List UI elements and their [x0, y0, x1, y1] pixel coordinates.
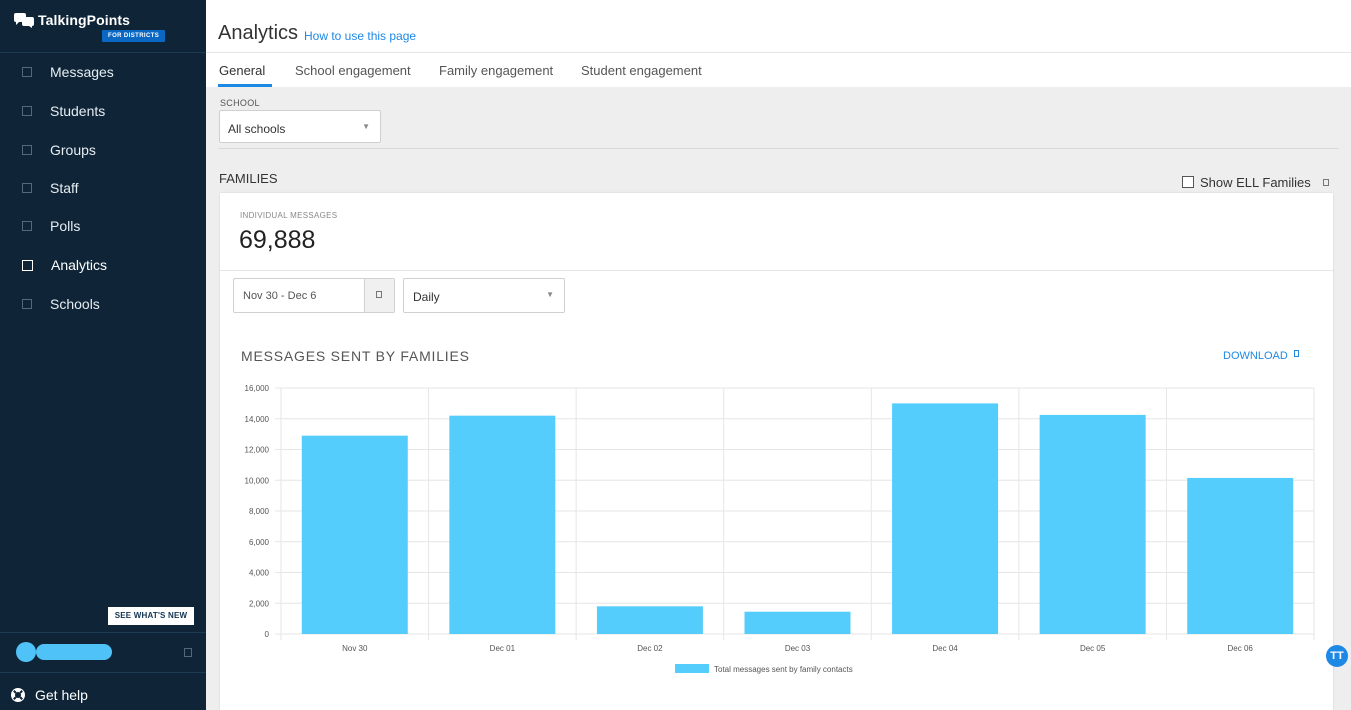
calendar-button[interactable]	[364, 279, 394, 312]
sidebar-item-students[interactable]: Students	[0, 92, 206, 130]
x-tick-label: Dec 05	[1080, 644, 1106, 653]
groups-icon	[22, 145, 32, 155]
y-tick-label: 4,000	[249, 569, 270, 578]
messages-bar-chart: 0 2,000 4,000 6,000 8,000 10,000 12,000 14,000 1…	[245, 384, 1315, 674]
avatar	[16, 642, 36, 662]
y-tick-label: 0	[265, 630, 270, 639]
school-label: SCHOOL	[220, 98, 260, 108]
divider	[0, 632, 206, 633]
talkingpoints-logo-icon	[14, 13, 34, 28]
x-tick-label: Dec 04	[932, 644, 958, 653]
sidebar-item-label: Staff	[50, 180, 79, 196]
y-tick-label: 8,000	[249, 507, 270, 516]
y-tick-label: 10,000	[245, 476, 270, 485]
user-menu[interactable]	[0, 636, 206, 670]
date-range-picker[interactable]: Nov 30 - Dec 6	[233, 278, 395, 313]
chevron-down-icon: ▼	[546, 290, 554, 299]
individual-messages-value: 69,888	[239, 226, 316, 254]
x-tick-label: Nov 30	[342, 644, 368, 653]
info-icon[interactable]	[1322, 178, 1329, 186]
show-ell-families-checkbox[interactable]: Show ELL Families	[1182, 174, 1329, 190]
tab-student-engagement[interactable]: Student engagement	[581, 63, 702, 78]
families-section-title: FAMILIES	[219, 171, 278, 186]
brand[interactable]: TalkingPoints FOR DISTRICTS	[14, 10, 194, 50]
get-help-label: Get help	[35, 687, 88, 703]
x-tick-label: Dec 01	[490, 644, 516, 653]
y-tick-label: 16,000	[245, 384, 270, 393]
sidebar: TalkingPoints FOR DISTRICTS Messages Stu…	[0, 0, 206, 710]
show-ell-families-label: Show ELL Families	[1200, 174, 1311, 190]
x-tick-label: Dec 06	[1228, 644, 1254, 653]
tab-general[interactable]: General	[219, 63, 265, 78]
divider	[219, 148, 1339, 149]
y-tick-label: 6,000	[249, 538, 270, 547]
chevron-down-icon: ▼	[362, 122, 370, 131]
tab-family-engagement[interactable]: Family engagement	[439, 63, 553, 78]
families-card: INDIVIDUAL MESSAGES 69,888 Nov 30 - Dec …	[220, 193, 1333, 710]
divider	[206, 52, 1351, 53]
legend-swatch	[675, 664, 709, 673]
chart-title: MESSAGES SENT BY FAMILIES	[241, 348, 470, 364]
download-label: DOWNLOAD	[1223, 350, 1288, 362]
analytics-icon	[22, 259, 33, 271]
sidebar-item-schools[interactable]: Schools	[0, 285, 206, 323]
calendar-icon	[376, 291, 382, 298]
x-tick-label: Dec 03	[785, 644, 811, 653]
x-tick-label: Dec 02	[637, 644, 663, 653]
brand-name: TalkingPoints	[38, 12, 131, 28]
sidebar-item-analytics[interactable]: Analytics	[0, 246, 206, 284]
brand-badge: FOR DISTRICTS	[102, 30, 166, 42]
app-window: TalkingPoints FOR DISTRICTS Messages Stu…	[0, 0, 1351, 710]
messages-icon	[22, 67, 32, 77]
get-help-button[interactable]: Get help	[0, 680, 206, 710]
page-title: Analytics	[218, 22, 299, 44]
sidebar-item-label: Messages	[50, 64, 114, 80]
bar	[744, 611, 851, 634]
divider	[220, 270, 1333, 271]
polls-icon	[22, 221, 32, 231]
y-tick-label: 2,000	[249, 599, 270, 608]
bar	[1039, 414, 1146, 634]
bar	[892, 403, 999, 634]
sidebar-item-label: Analytics	[51, 257, 108, 273]
period-select-value: Daily	[413, 290, 440, 304]
sidebar-item-label: Groups	[50, 142, 96, 158]
sidebar-item-label: Schools	[50, 296, 100, 312]
download-button[interactable]: DOWNLOAD	[1223, 349, 1299, 362]
main-content: Analytics How to use this page General S…	[206, 0, 1351, 710]
students-icon	[22, 106, 32, 116]
tab-school-engagement[interactable]: School engagement	[295, 63, 411, 78]
see-whats-new-button[interactable]: SEE WHAT'S NEW	[108, 607, 194, 625]
school-select[interactable]: All schools ▼	[219, 110, 381, 143]
sidebar-item-groups[interactable]: Groups	[0, 131, 206, 169]
bar	[1187, 477, 1294, 634]
user-name-redacted	[36, 644, 112, 660]
text-size-button[interactable]: TT	[1326, 645, 1348, 667]
sidebar-item-messages[interactable]: Messages	[0, 53, 206, 91]
user-menu-icon[interactable]	[184, 648, 192, 657]
download-icon	[1293, 349, 1299, 357]
divider	[0, 672, 206, 673]
period-select[interactable]: Daily ▼	[403, 278, 565, 313]
legend-label: Total messages sent by family contacts	[714, 665, 853, 674]
sidebar-item-label: Polls	[50, 218, 81, 234]
checkbox-icon[interactable]	[1182, 176, 1194, 188]
school-select-value: All schools	[228, 122, 286, 136]
lifebuoy-icon	[11, 688, 25, 702]
y-tick-label: 14,000	[245, 415, 270, 424]
bar	[301, 435, 408, 634]
y-tick-label: 12,000	[245, 446, 270, 455]
staff-icon	[22, 183, 32, 193]
sidebar-item-staff[interactable]: Staff	[0, 169, 206, 207]
sidebar-item-polls[interactable]: Polls	[0, 207, 206, 245]
date-range-value: Nov 30 - Dec 6	[243, 290, 317, 302]
bar	[449, 415, 556, 634]
individual-messages-label: INDIVIDUAL MESSAGES	[240, 211, 338, 220]
how-to-use-link[interactable]: How to use this page	[304, 29, 416, 43]
sidebar-item-label: Students	[50, 103, 106, 119]
bar	[596, 606, 703, 634]
schools-icon	[22, 299, 32, 309]
